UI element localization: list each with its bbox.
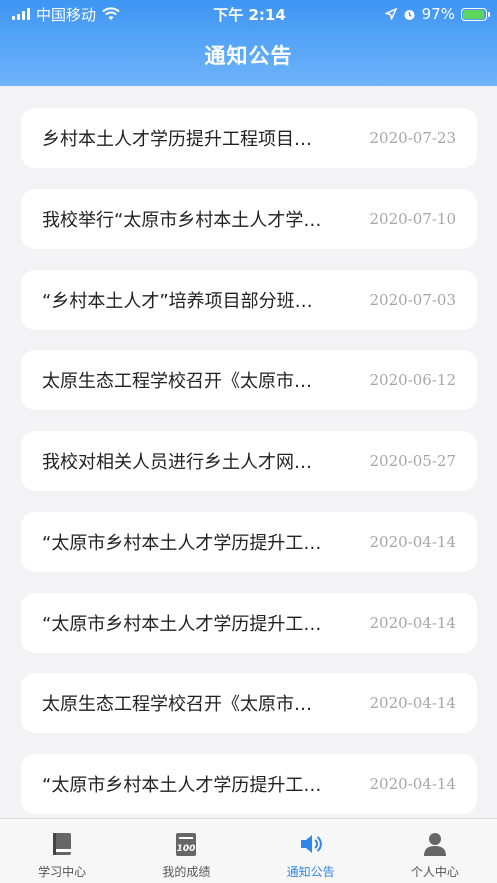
notice-date: 2020-06-12: [369, 371, 456, 389]
notice-date: 2020-07-10: [369, 210, 456, 228]
notice-title: 太原生态工程学校召开《太原市…: [42, 694, 312, 715]
wifi-icon: [102, 7, 120, 20]
notice-date: 2020-04-14: [369, 775, 456, 793]
person-icon: [423, 833, 446, 856]
status-bar: 中国移动 下午 2:14 97%: [0, 0, 497, 28]
notice-item[interactable]: “太原市乡村本土人才学历提升工… 2020-04-14: [21, 754, 477, 814]
notice-item[interactable]: 我校对相关人员进行乡土人才网… 2020-05-27: [21, 431, 477, 491]
battery-icon: [460, 7, 490, 21]
carrier-label: 中国移动: [36, 5, 97, 24]
notice-item[interactable]: 乡村本土人才学历提升工程项目… 2020-07-23: [21, 108, 477, 168]
location-arrow-icon: [384, 8, 397, 20]
battery-percent: 97%: [421, 5, 455, 23]
book-icon: [53, 833, 72, 855]
alarm-icon: [404, 9, 415, 20]
notice-title: 我校对相关人员进行乡土人才网…: [42, 452, 312, 473]
notice-title: “太原市乡村本土人才学历提升工…: [42, 614, 322, 635]
notice-date: 2020-07-03: [369, 291, 456, 309]
notice-title: 太原生态工程学校召开《太原市…: [42, 371, 312, 392]
notice-title: 我校举行“太原市乡村本土人才学…: [42, 210, 322, 231]
notice-title: “太原市乡村本土人才学历提升工…: [42, 775, 322, 796]
notice-item[interactable]: “太原市乡村本土人才学历提升工… 2020-04-14: [21, 593, 477, 653]
tab-label: 个人中心: [410, 865, 459, 879]
page-title: 通知公告: [204, 44, 293, 68]
notice-item[interactable]: 我校举行“太原市乡村本土人才学… 2020-07-10: [21, 189, 477, 249]
tab-profile[interactable]: 个人中心: [373, 819, 497, 883]
header: 中国移动 下午 2:14 97% 通知公告: [0, 0, 497, 86]
score-icon: 100: [176, 833, 197, 856]
tab-notices[interactable]: 通知公告: [249, 819, 373, 883]
notice-item[interactable]: “乡村本土人才”培养项目部分班… 2020-07-03: [21, 270, 477, 330]
notice-list[interactable]: 乡村本土人才学历提升工程项目… 2020-07-23 我校举行“太原市乡村本土人…: [0, 86, 497, 818]
signal-icon: [12, 8, 30, 20]
tab-label: 我的成绩: [162, 865, 211, 879]
notice-date: 2020-04-14: [369, 694, 456, 712]
notice-date: 2020-04-14: [369, 533, 456, 551]
notice-item[interactable]: 太原生态工程学校召开《太原市… 2020-04-14: [21, 673, 477, 733]
tab-bar: 学习中心 100 我的成绩 通知公告 个人中心: [0, 818, 497, 883]
tab-my-scores[interactable]: 100 我的成绩: [124, 819, 248, 883]
notice-title: “太原市乡村本土人才学历提升工…: [42, 533, 322, 554]
notice-title: 乡村本土人才学历提升工程项目…: [42, 129, 312, 150]
notice-date: 2020-07-23: [369, 129, 456, 147]
speaker-icon: [300, 835, 322, 853]
svg-text:100: 100: [177, 844, 196, 854]
notice-date: 2020-04-14: [369, 614, 456, 632]
notice-item[interactable]: “太原市乡村本土人才学历提升工… 2020-04-14: [21, 512, 477, 572]
tab-study-center[interactable]: 学习中心: [0, 819, 124, 883]
clock: 下午 2:14: [213, 5, 286, 24]
notice-date: 2020-05-27: [369, 452, 456, 470]
notice-item[interactable]: 太原生态工程学校召开《太原市… 2020-06-12: [21, 350, 477, 410]
tab-label: 学习中心: [38, 865, 87, 879]
tab-label: 通知公告: [286, 865, 335, 879]
notice-title: “乡村本土人才”培养项目部分班…: [42, 291, 313, 312]
